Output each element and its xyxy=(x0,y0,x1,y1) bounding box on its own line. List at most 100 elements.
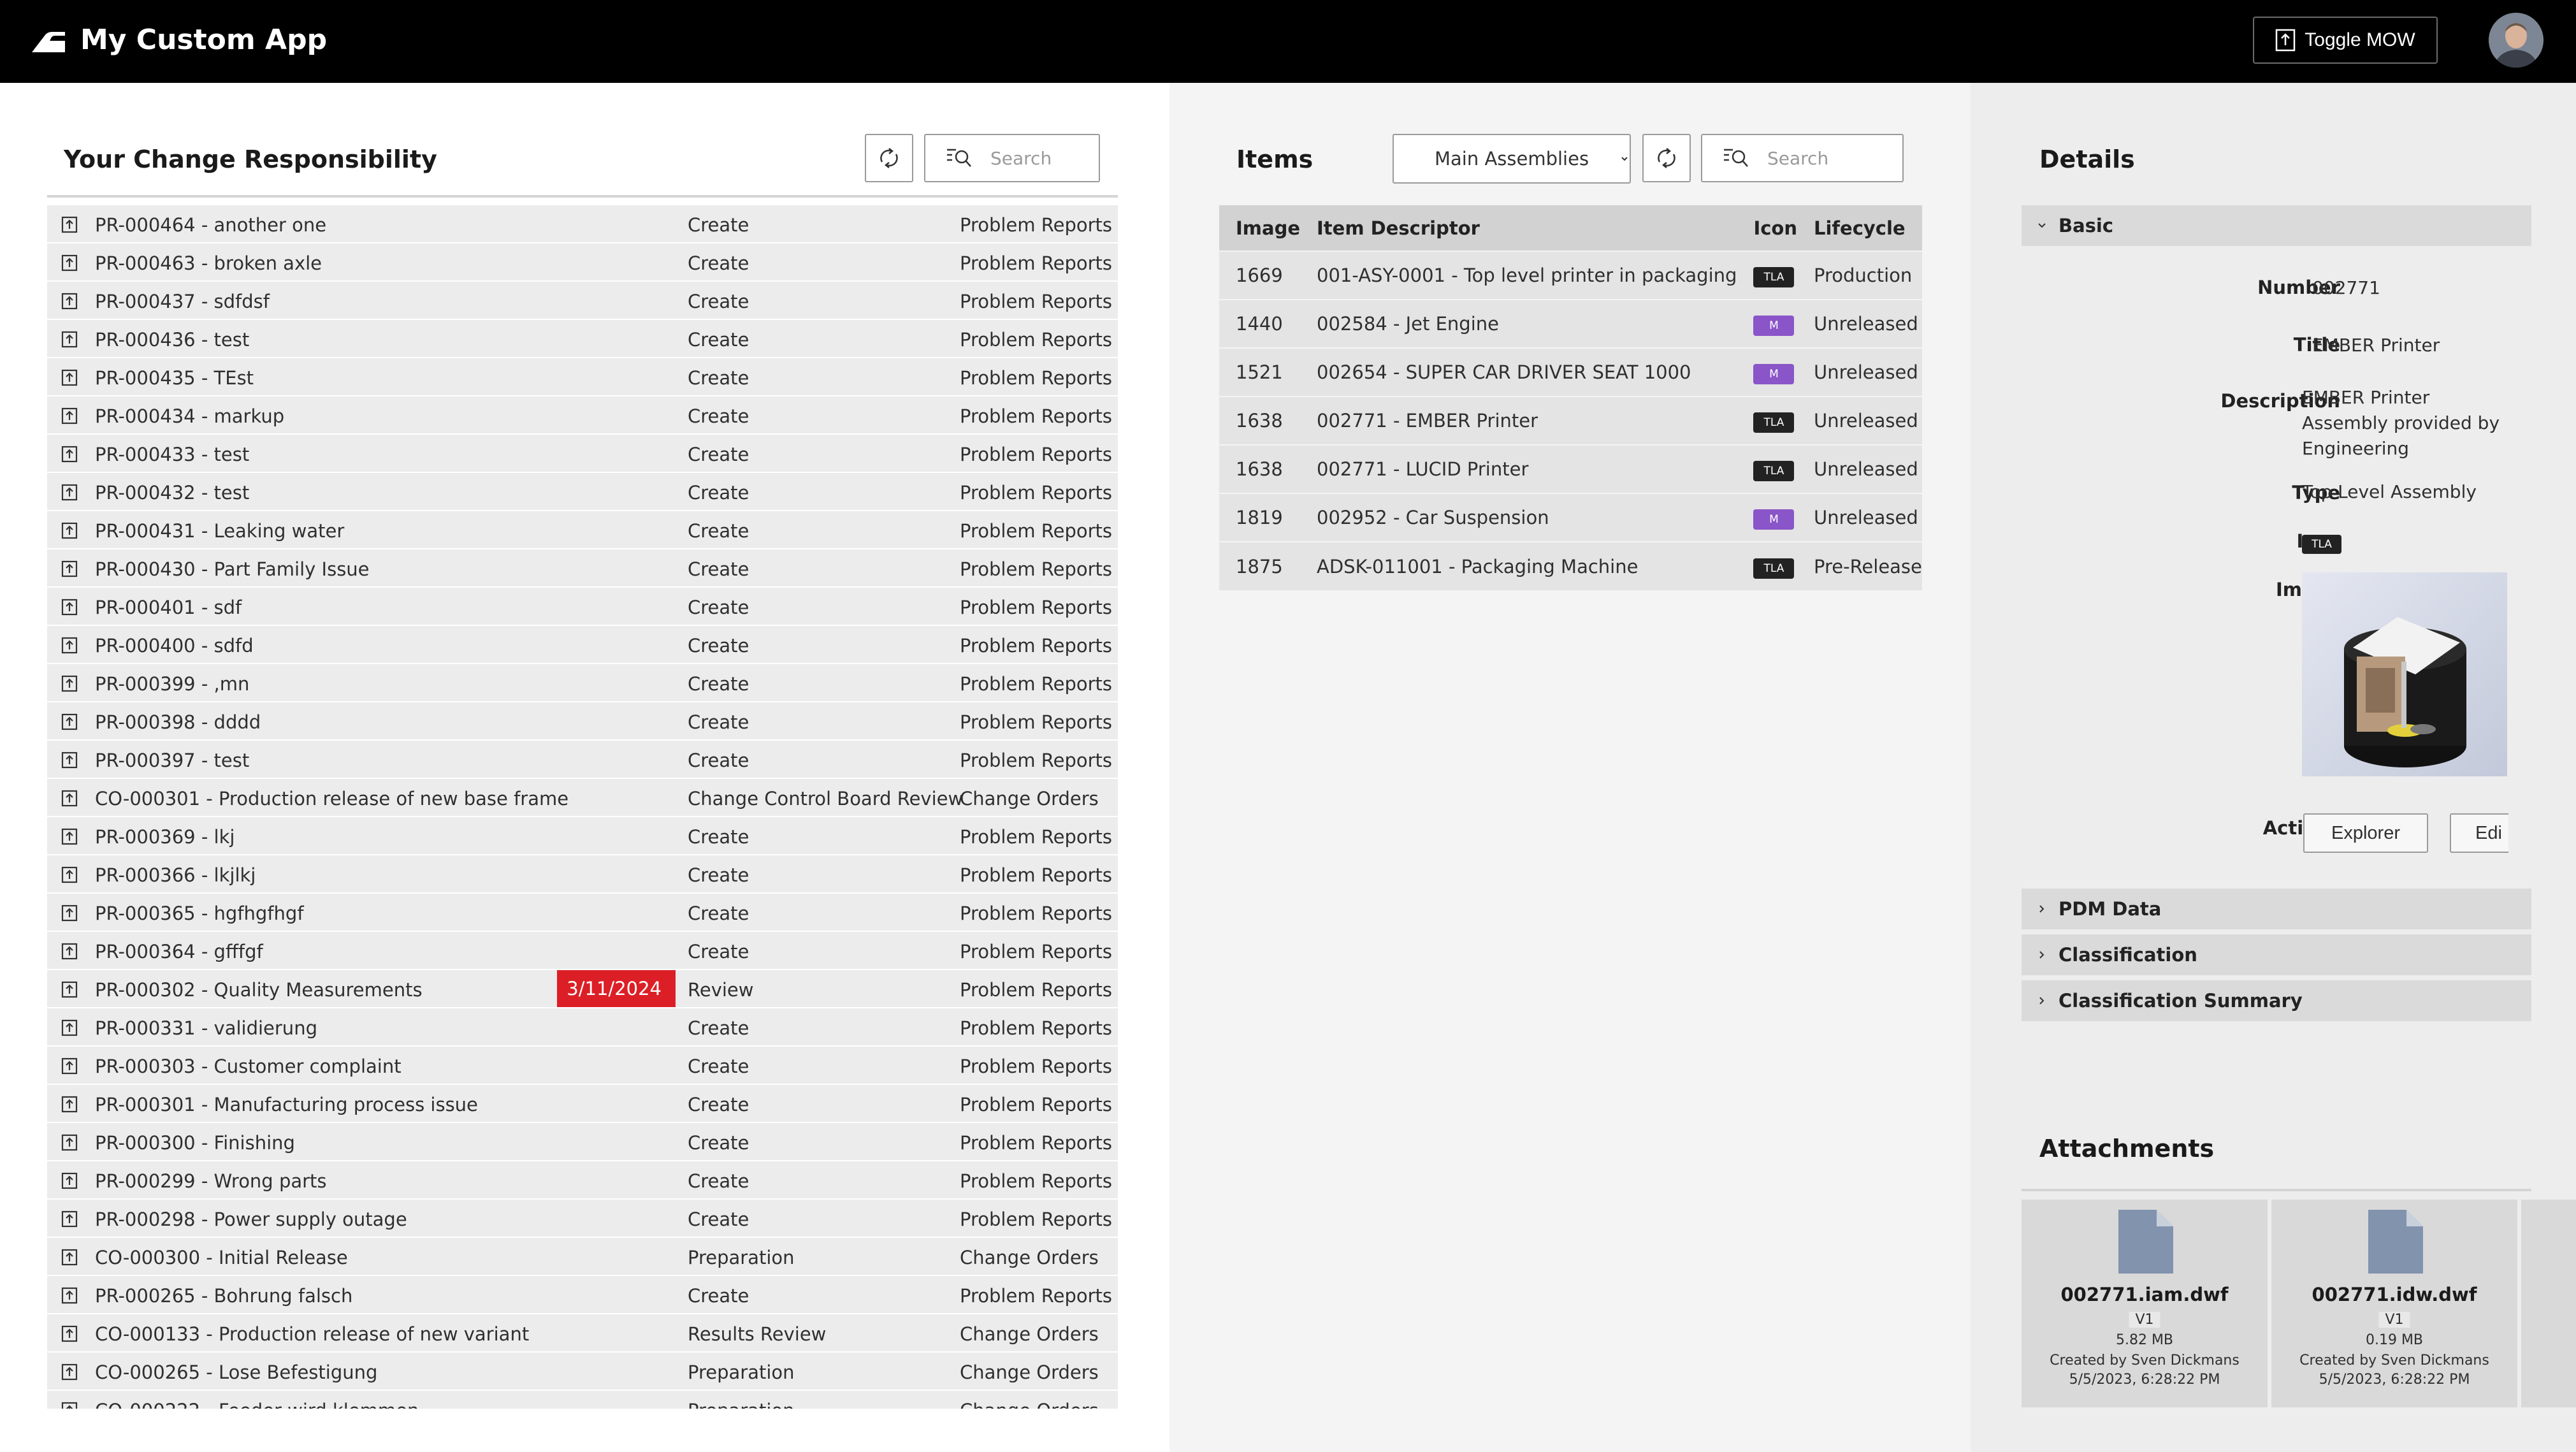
attachment-author: Created by Sven Dickmans xyxy=(2050,1353,2240,1369)
list-item[interactable]: PR-000397 - test Create Problem Reports xyxy=(47,741,1118,779)
table-row[interactable]: 1521 002654 - SUPER CAR DRIVER SEAT 1000 M… xyxy=(1219,347,1922,396)
item-title: PR-000301 - Manufacturing process issue xyxy=(95,1094,478,1115)
change-item-icon xyxy=(61,1096,78,1113)
list-item[interactable]: PR-000303 - Customer complaint Create Prob… xyxy=(47,1047,1118,1085)
item-workspace: Problem Reports xyxy=(960,367,1113,389)
edit-button-clip: Edi xyxy=(2450,813,2508,853)
change-item-icon xyxy=(61,1402,78,1409)
list-item[interactable]: PR-000364 - gfffgf Create Problem Reports xyxy=(47,932,1118,970)
item-state: Create xyxy=(688,444,749,465)
item-title: PR-000265 - Bohrung falsch xyxy=(95,1285,353,1307)
toggle-mow-button[interactable]: Toggle MOW xyxy=(2253,17,2438,64)
avatar[interactable] xyxy=(2489,13,2543,68)
list-item[interactable]: CO-000300 - Initial Release Preparation Ch… xyxy=(47,1238,1118,1276)
list-item[interactable]: PR-000399 - ,mn Create Problem Reports xyxy=(47,664,1118,702)
list-item[interactable]: CO-000133 - Production release of new va… xyxy=(47,1314,1118,1353)
item-image[interactable] xyxy=(2302,572,2507,776)
item-title: PR-000437 - sdfdsf xyxy=(95,291,270,312)
item-state: Create xyxy=(688,711,749,733)
change-item-icon xyxy=(61,981,78,998)
list-item[interactable]: PR-000366 - lkjlkj Create Problem Reports xyxy=(47,855,1118,894)
refresh-button[interactable] xyxy=(865,134,913,182)
item-state: Create xyxy=(688,750,749,771)
explorer-button[interactable]: Explorer xyxy=(2303,813,2428,853)
list-item[interactable]: PR-000302 - Quality Measurements 3/11/202… xyxy=(47,970,1118,1008)
item-workspace: Change Orders xyxy=(960,1323,1099,1345)
column-header[interactable]: Item Descriptor xyxy=(1300,205,1737,251)
list-item[interactable]: PR-000435 - TEst Create Problem Reports xyxy=(47,358,1118,396)
item-title: PR-000436 - test xyxy=(95,329,250,351)
list-item[interactable]: PR-000331 - validierung Create Problem Rep… xyxy=(47,1008,1118,1047)
cell-image: 1819 xyxy=(1219,493,1301,542)
list-item[interactable]: PR-000298 - Power supply outage Create Pro… xyxy=(47,1200,1118,1238)
cell-image: 1875 xyxy=(1219,541,1301,590)
cell-descriptor: 002771 - LUCID Printer xyxy=(1300,444,1737,493)
item-workspace: Problem Reports xyxy=(960,903,1113,924)
change-item-icon xyxy=(61,1249,78,1266)
attachment-size: 0.19 MB xyxy=(2365,1332,2424,1348)
item-title: PR-000302 - Quality Measurements xyxy=(95,979,423,1001)
item-workspace: Problem Reports xyxy=(960,1094,1113,1115)
section-basic[interactable]: Basic xyxy=(2022,205,2531,246)
search-list-icon xyxy=(947,149,971,167)
item-state: Create xyxy=(688,673,749,695)
table-row[interactable]: 1875 ADSK-011001 - Packaging Machine TLA Pr… xyxy=(1219,541,1922,590)
column-header[interactable]: Lifecycle xyxy=(1797,205,1922,251)
search-box[interactable] xyxy=(1701,134,1904,182)
table-row[interactable]: 1669 001-ASY-0001 - Top level printer in … xyxy=(1219,250,1922,300)
table-row[interactable]: 1638 002771 - LUCID Printer TLA Unreleased xyxy=(1219,444,1922,493)
table-row[interactable]: 1440 002584 - Jet Engine M Unreleased xyxy=(1219,299,1922,348)
list-item[interactable]: PR-000398 - dddd Create Problem Reports xyxy=(47,702,1118,741)
section-classification[interactable]: Classification xyxy=(2022,934,2531,975)
attachment-card[interactable]: 002771.idw.dwf V1 0.19 MB Created by Sve… xyxy=(2271,1200,2517,1407)
file-icon xyxy=(2118,1210,2173,1274)
list-item[interactable]: PR-000301 - Manufacturing process issue C… xyxy=(47,1085,1118,1123)
edit-button[interactable]: Edi xyxy=(2450,813,2508,853)
list-item[interactable]: PR-000437 - sdfdsf Create Problem Reports xyxy=(47,282,1118,320)
list-item[interactable]: PR-000431 - Leaking water Create Problem R… xyxy=(47,511,1118,549)
list-item[interactable]: PR-000400 - sdfd Create Problem Reports xyxy=(47,626,1118,664)
list-item[interactable]: PR-000433 - test Create Problem Reports xyxy=(47,435,1118,473)
attachment-card[interactable]: 002771.iam.dwf V1 5.82 MB Created by Sve… xyxy=(2022,1200,2268,1407)
list-item[interactable]: PR-000299 - Wrong parts Create Problem Rep… xyxy=(47,1161,1118,1200)
list-item[interactable]: CO-000301 - Production release of new ba… xyxy=(47,779,1118,817)
attachment-card-partial[interactable] xyxy=(2521,1200,2576,1407)
item-title: PR-000364 - gfffgf xyxy=(95,941,263,962)
autodesk-logo-icon[interactable] xyxy=(31,27,66,54)
table-row[interactable]: 1819 002952 - Car Suspension M Unreleased xyxy=(1219,493,1922,542)
item-workspace: Problem Reports xyxy=(960,520,1113,542)
list-item[interactable]: PR-000463 - broken axle Create Problem Rep… xyxy=(47,243,1118,282)
section-classification-summary[interactable]: Classification Summary xyxy=(2022,980,2531,1021)
item-title: PR-000398 - dddd xyxy=(95,711,261,733)
list-item[interactable]: PR-000436 - test Create Problem Reports xyxy=(47,320,1118,358)
field-value-icon: TLA xyxy=(2302,529,2341,555)
column-header[interactable]: Icon xyxy=(1737,205,1797,251)
change-item-icon xyxy=(61,1210,78,1228)
list-item[interactable]: PR-000464 - another one Create Problem Rep… xyxy=(47,205,1118,243)
list-item[interactable]: PR-000434 - markup Create Problem Reports xyxy=(47,396,1118,435)
section-pdm-data[interactable]: PDM Data xyxy=(2022,889,2531,929)
refresh-button[interactable] xyxy=(1642,134,1691,182)
item-state: Change Control Board Review xyxy=(688,788,964,809)
list-item[interactable]: PR-000365 - hgfhgfhgf Create Problem Repor… xyxy=(47,894,1118,932)
list-item[interactable]: PR-000401 - sdf Create Problem Reports xyxy=(47,588,1118,626)
item-title: PR-000299 - Wrong parts xyxy=(95,1170,327,1192)
table-row[interactable]: 1638 002771 - EMBER Printer TLA Unreleased xyxy=(1219,396,1922,445)
search-box[interactable] xyxy=(924,134,1100,182)
list-item[interactable]: PR-000432 - test Create Problem Reports xyxy=(47,473,1118,511)
search-input[interactable] xyxy=(990,147,1080,169)
section-label: Basic xyxy=(2059,215,2114,236)
list-item[interactable]: PR-000369 - lkj Create Problem Reports xyxy=(47,817,1118,855)
list-item[interactable]: PR-000300 - Finishing Create Problem Repor… xyxy=(47,1123,1118,1161)
list-item[interactable]: CO-000265 - Lose Befestigung Preparation C… xyxy=(47,1353,1118,1391)
list-item[interactable]: PR-000430 - Part Family Issue Create Probl… xyxy=(47,549,1118,588)
view-select[interactable]: Main Assemblies xyxy=(1393,134,1631,184)
list-item[interactable]: PR-000265 - Bohrung falsch Create Problem … xyxy=(47,1276,1118,1314)
item-workspace: Problem Reports xyxy=(960,1285,1113,1307)
item-title: PR-000369 - lkj xyxy=(95,826,235,848)
cell-icon: TLA xyxy=(1737,541,1797,590)
search-input[interactable] xyxy=(1767,147,1856,169)
list-item[interactable]: CO-000222 - Feeder wird klemmen Preparati… xyxy=(47,1391,1118,1409)
item-title: PR-000399 - ,mn xyxy=(95,673,250,695)
column-header[interactable]: Image xyxy=(1219,205,1301,251)
